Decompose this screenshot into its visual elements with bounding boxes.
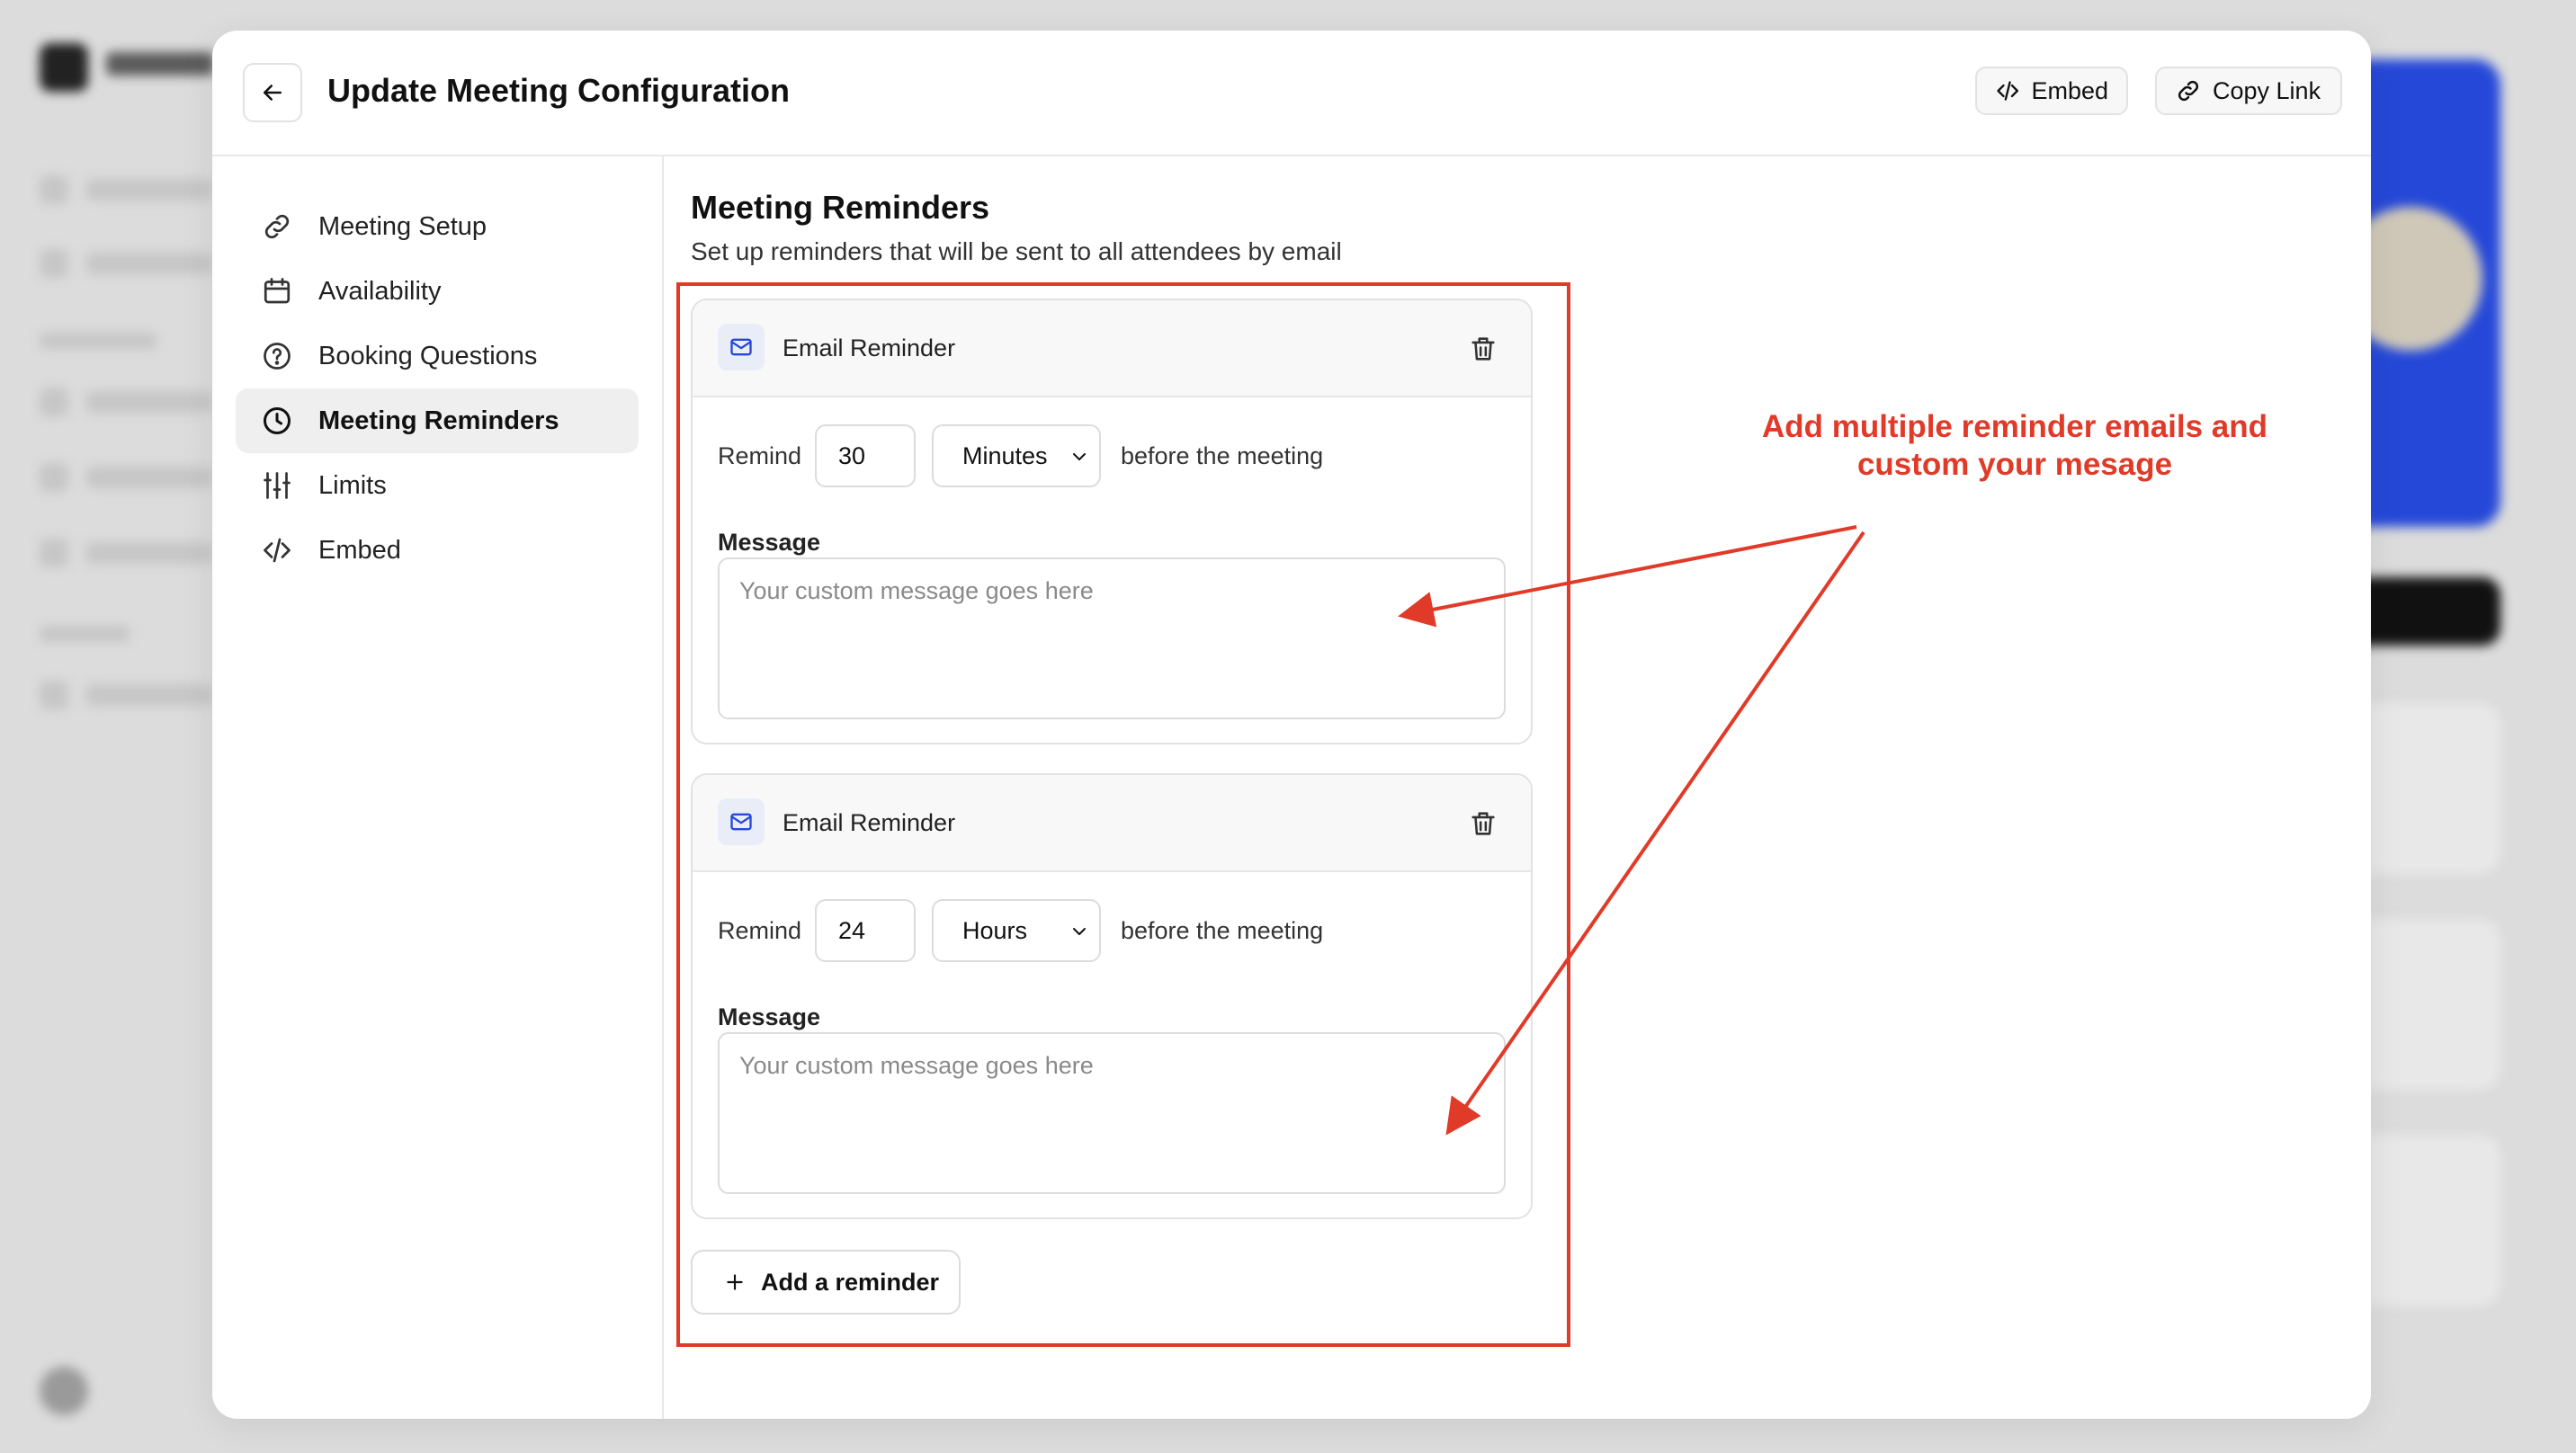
annotation-arrow: [1445, 530, 1865, 1136]
annotation-arrow: [1398, 525, 1857, 628]
annotation-arrows: [1398, 525, 1865, 1136]
